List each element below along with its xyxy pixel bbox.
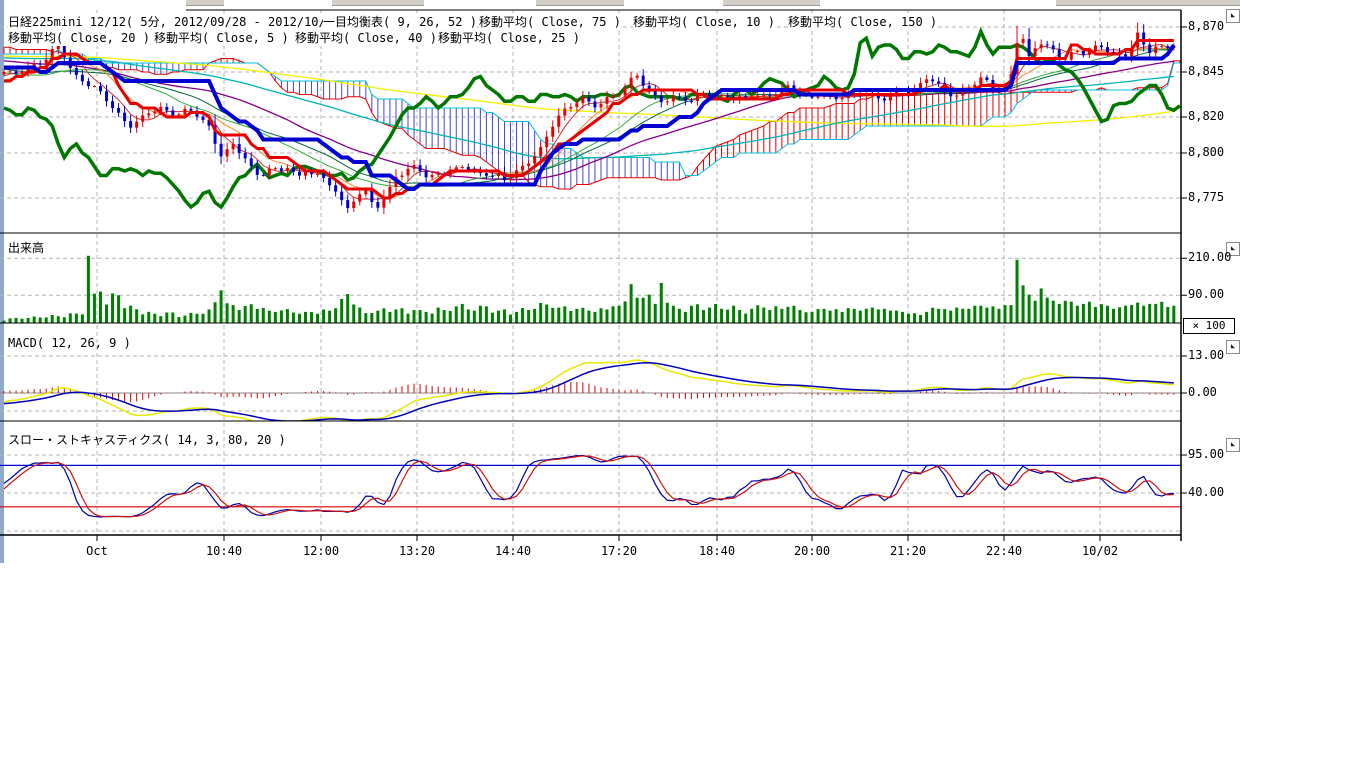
macd-axis-label-1: 0.00: [1188, 385, 1248, 399]
legend-item-row2-3: 移動平均( Close, 25 ): [438, 29, 580, 46]
volume-scale-badge[interactable]: × 100: [1183, 318, 1235, 334]
time-axis-label-0: Oct: [86, 544, 108, 558]
legend-item-row2-2: 移動平均( Close, 40 ): [295, 29, 437, 46]
legend-item-row2-1: 移動平均( Close, 5 ): [154, 29, 289, 46]
price-axis-label-0: 8,870: [1188, 19, 1248, 33]
time-axis-label-10: 10/02: [1082, 544, 1118, 558]
senkou-span-b-line: [4, 50, 1180, 176]
legend-item-row1-2: 移動平均( Close, 75 ): [479, 13, 621, 30]
time-axis-label-5: 17:20: [601, 544, 637, 558]
macd-panel-label: MACD( 12, 26, 9 ): [8, 336, 131, 350]
stochastics-panel-label: スロー・ストキャスティクス( 14, 3, 80, 20 ): [8, 431, 286, 448]
time-axis-label-2: 12:00: [303, 544, 339, 558]
legend-item-row2-0: 移動平均( Close, 20 ): [8, 29, 150, 46]
legend-item-row1-1: 一目均衡表( 9, 26, 52 ): [323, 13, 477, 30]
chart-canvas[interactable]: [0, 0, 1368, 768]
volume-axis-label-1: 90.00: [1188, 287, 1248, 301]
stoch-axis-label-1: 40.00: [1188, 485, 1248, 499]
price-axis-label-1: 8,845: [1188, 64, 1248, 78]
time-axis-label-7: 20:00: [794, 544, 830, 558]
time-axis-label-6: 18:40: [699, 544, 735, 558]
price-panel: [4, 32, 1180, 208]
volume-panel: [3, 256, 1176, 323]
candlesticks: [3, 23, 1176, 214]
stoch-axis-label-0: 95.00: [1188, 447, 1248, 461]
legend-item-row1-0: 日経225mini 12/12( 5分, 2012/09/28 - 2012/1…: [8, 13, 355, 30]
panel-borders: [0, 10, 1187, 541]
time-axis-label-3: 13:20: [399, 544, 435, 558]
price-axis-label-4: 8,775: [1188, 190, 1248, 204]
price-axis-label-3: 8,800: [1188, 145, 1248, 159]
ma75-line: [4, 58, 1174, 159]
legend-item-row1-4: 移動平均( Close, 150 ): [788, 13, 937, 30]
time-axis-label-9: 22:40: [986, 544, 1022, 558]
volume-axis-label-0: 210.00: [1188, 250, 1248, 264]
time-axis-label-4: 14:40: [495, 544, 531, 558]
time-axis-label-8: 21:20: [890, 544, 926, 558]
legend-item-row1-3: 移動平均( Close, 10 ): [633, 13, 775, 30]
volume-panel-label: 出来高: [8, 239, 44, 256]
chikou-span-line: [4, 32, 1180, 208]
price-axis-label-2: 8,820: [1188, 109, 1248, 123]
macd-axis-label-0: 13.00: [1188, 348, 1248, 362]
time-axis-label-1: 10:40: [206, 544, 242, 558]
chart-window: 日経225mini 12/12( 5分, 2012/09/28 - 2012/1…: [0, 0, 1368, 768]
